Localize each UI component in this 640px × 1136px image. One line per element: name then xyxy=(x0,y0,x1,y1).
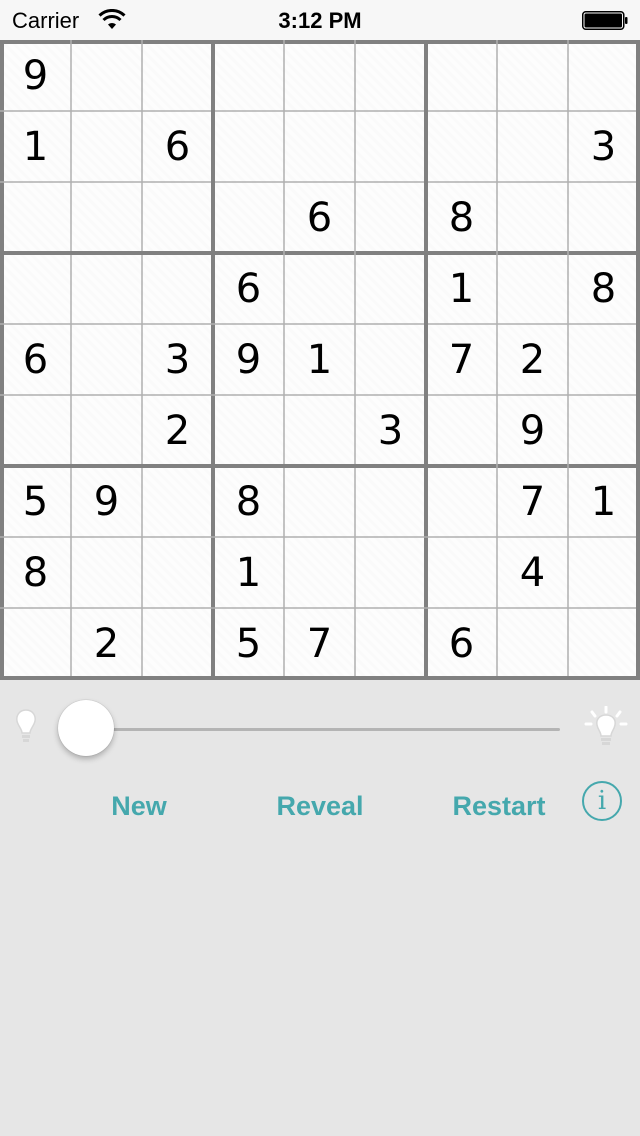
battery-icon xyxy=(582,11,628,30)
sudoku-cell[interactable] xyxy=(568,537,639,608)
sudoku-cell[interactable] xyxy=(284,111,355,182)
sudoku-cell[interactable]: 9 xyxy=(71,466,142,537)
sudoku-cell[interactable]: 1 xyxy=(426,253,497,324)
sudoku-cell[interactable]: 2 xyxy=(71,608,142,679)
sudoku-cell[interactable] xyxy=(568,324,639,395)
sudoku-cell[interactable] xyxy=(426,111,497,182)
status-bar: Carrier 3:12 PM xyxy=(0,0,640,40)
sudoku-cell[interactable] xyxy=(142,40,213,111)
bulb-off-icon xyxy=(16,709,36,742)
sudoku-cell[interactable]: 4 xyxy=(497,537,568,608)
sudoku-cell[interactable] xyxy=(568,40,639,111)
sudoku-cell[interactable]: 9 xyxy=(497,395,568,466)
sudoku-cell[interactable] xyxy=(0,608,71,679)
sudoku-cell[interactable] xyxy=(213,40,284,111)
sudoku-cell[interactable] xyxy=(568,182,639,253)
sudoku-cell[interactable]: 8 xyxy=(426,182,497,253)
sudoku-cell[interactable] xyxy=(355,324,426,395)
sudoku-cell[interactable]: 3 xyxy=(142,324,213,395)
sudoku-cell[interactable]: 1 xyxy=(284,324,355,395)
restart-button[interactable]: Restart xyxy=(440,786,558,826)
sudoku-cell[interactable] xyxy=(355,608,426,679)
sudoku-cell[interactable] xyxy=(284,253,355,324)
sudoku-cell[interactable] xyxy=(497,40,568,111)
sudoku-cell[interactable]: 6 xyxy=(213,253,284,324)
sudoku-cell[interactable] xyxy=(213,111,284,182)
sudoku-cell[interactable] xyxy=(213,395,284,466)
sudoku-cell[interactable] xyxy=(142,182,213,253)
sudoku-cell[interactable]: 8 xyxy=(0,537,71,608)
sudoku-cell[interactable] xyxy=(497,253,568,324)
clock: 3:12 PM xyxy=(278,8,362,33)
sudoku-cell[interactable]: 8 xyxy=(568,253,639,324)
sudoku-cell[interactable]: 7 xyxy=(284,608,355,679)
sudoku-cell[interactable]: 6 xyxy=(142,111,213,182)
sudoku-cell[interactable] xyxy=(71,182,142,253)
sudoku-cell[interactable] xyxy=(142,608,213,679)
sudoku-cell[interactable] xyxy=(142,466,213,537)
sudoku-cell[interactable] xyxy=(426,395,497,466)
sudoku-cell[interactable]: 7 xyxy=(497,466,568,537)
bulb-on-icon xyxy=(584,706,628,745)
sudoku-cell[interactable] xyxy=(71,40,142,111)
sudoku-cell[interactable]: 5 xyxy=(213,608,284,679)
sudoku-cell[interactable] xyxy=(213,182,284,253)
info-button[interactable]: i xyxy=(582,781,622,821)
sudoku-cell[interactable] xyxy=(355,182,426,253)
sudoku-cell[interactable] xyxy=(497,111,568,182)
sudoku-cell[interactable] xyxy=(284,40,355,111)
reveal-button[interactable]: Reveal xyxy=(258,786,382,826)
sudoku-cell[interactable] xyxy=(355,253,426,324)
sudoku-cell[interactable] xyxy=(71,111,142,182)
sudoku-cell[interactable] xyxy=(568,608,639,679)
sudoku-board: 916368618639172239598718142576 xyxy=(0,40,640,680)
sudoku-cell[interactable] xyxy=(355,40,426,111)
sudoku-cell[interactable]: 1 xyxy=(0,111,71,182)
sudoku-cell[interactable]: 7 xyxy=(426,324,497,395)
new-button[interactable]: New xyxy=(88,786,190,826)
sudoku-cell[interactable]: 6 xyxy=(284,182,355,253)
sudoku-cell[interactable] xyxy=(71,253,142,324)
sudoku-cell[interactable]: 6 xyxy=(426,608,497,679)
sudoku-cell[interactable]: 8 xyxy=(213,466,284,537)
sudoku-cell[interactable]: 9 xyxy=(213,324,284,395)
sudoku-cell[interactable] xyxy=(284,537,355,608)
sudoku-cell[interactable]: 9 xyxy=(0,40,71,111)
sudoku-cell[interactable]: 3 xyxy=(568,111,639,182)
sudoku-cell[interactable]: 3 xyxy=(355,395,426,466)
sudoku-cell[interactable] xyxy=(426,40,497,111)
sudoku-cell[interactable] xyxy=(426,537,497,608)
hint-slider-thumb[interactable] xyxy=(58,700,114,756)
sudoku-cell[interactable] xyxy=(0,253,71,324)
sudoku-cell[interactable]: 1 xyxy=(568,466,639,537)
sudoku-cell[interactable] xyxy=(355,466,426,537)
sudoku-cell[interactable] xyxy=(497,608,568,679)
sudoku-cell[interactable] xyxy=(71,395,142,466)
sudoku-cell[interactable] xyxy=(355,111,426,182)
sudoku-cell[interactable] xyxy=(71,537,142,608)
sudoku-cell[interactable] xyxy=(142,253,213,324)
sudoku-cell[interactable]: 1 xyxy=(213,537,284,608)
sudoku-cell[interactable] xyxy=(0,182,71,253)
sudoku-cell[interactable] xyxy=(355,537,426,608)
sudoku-cell[interactable] xyxy=(284,466,355,537)
hint-slider-track[interactable] xyxy=(86,728,560,731)
sudoku-cell[interactable] xyxy=(71,324,142,395)
sudoku-cell[interactable]: 5 xyxy=(0,466,71,537)
sudoku-cell[interactable]: 2 xyxy=(497,324,568,395)
sudoku-cell[interactable]: 6 xyxy=(0,324,71,395)
sudoku-cell[interactable] xyxy=(142,537,213,608)
sudoku-cell[interactable] xyxy=(426,466,497,537)
sudoku-cell[interactable]: 2 xyxy=(142,395,213,466)
sudoku-cell[interactable] xyxy=(284,395,355,466)
sudoku-cell[interactable] xyxy=(568,395,639,466)
sudoku-cell[interactable] xyxy=(497,182,568,253)
sudoku-cell[interactable] xyxy=(0,395,71,466)
